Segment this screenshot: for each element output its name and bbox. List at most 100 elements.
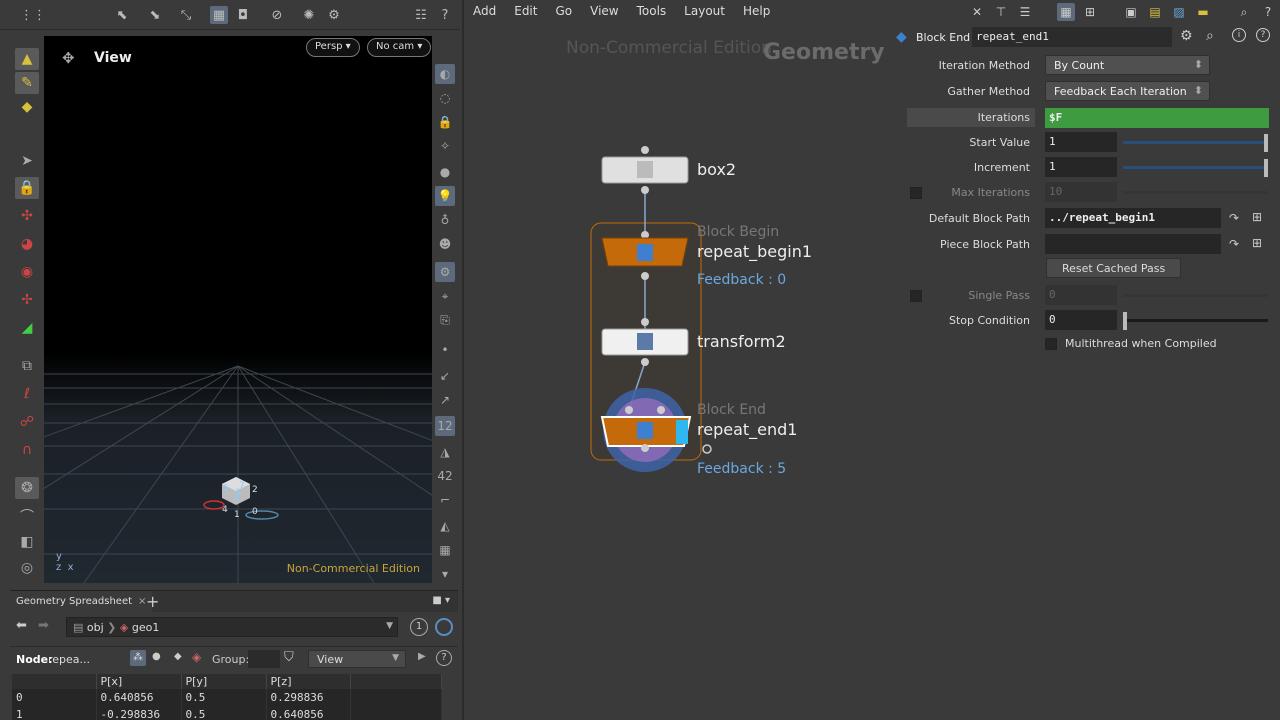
column-header-pz[interactable]: P[z] xyxy=(266,674,351,689)
max-iterations-field[interactable]: 10 xyxy=(1045,182,1117,202)
grid-menu-icon[interactable]: ⋮⋮ xyxy=(20,6,46,24)
start-value-slider[interactable] xyxy=(1123,141,1268,144)
shelf-icon[interactable]: ▬ xyxy=(1194,3,1212,21)
snap-point-icon[interactable]: ◘ xyxy=(234,6,252,24)
increment-field[interactable]: 1 xyxy=(1045,157,1117,177)
path-segment-obj[interactable]: obj xyxy=(87,621,104,634)
ghost-icon[interactable]: ◌ xyxy=(435,88,455,108)
lasso-icon[interactable]: ℓ xyxy=(15,383,39,405)
column-header-py[interactable]: P[y] xyxy=(181,674,267,689)
scale-tool-icon[interactable]: ◉ xyxy=(15,261,39,283)
backface-icon[interactable]: ◭ xyxy=(435,516,455,536)
3d-viewport[interactable]: ✥ View Persp ▾ No cam ▾ 5 3 7 2 6 4 1 0 … xyxy=(44,36,432,583)
info-icon[interactable]: i xyxy=(1232,28,1246,42)
path-field[interactable]: ▤ obj ❯ ◈ geo1 ▼ xyxy=(66,617,398,637)
iteration-method-menu[interactable]: By Count ⬍ xyxy=(1045,55,1210,75)
paint-icon[interactable]: ☍ xyxy=(15,411,39,433)
spreadsheet-help-icon[interactable]: ? xyxy=(436,650,452,666)
default-block-path-field[interactable]: ../repeat_begin1 xyxy=(1045,208,1221,228)
increment-slider[interactable] xyxy=(1123,166,1268,169)
start-value-slider-handle[interactable] xyxy=(1264,134,1268,152)
gear-icon[interactable]: ⚙ xyxy=(1180,28,1193,44)
lock-camera-icon[interactable]: 🔒 xyxy=(435,112,455,132)
path-segment-geo1[interactable]: geo1 xyxy=(132,621,159,634)
vertex-numbers-icon[interactable]: 42 xyxy=(435,466,455,486)
tile-view-icon[interactable]: ▦ xyxy=(1057,3,1075,21)
multithread-checkbox[interactable] xyxy=(1045,338,1057,350)
pin-badge[interactable]: 1 xyxy=(410,618,428,636)
point-numbers-icon[interactable]: 12 xyxy=(435,416,455,436)
points-mode-icon[interactable]: ⁂ xyxy=(130,650,146,666)
help-circle-icon[interactable]: ? xyxy=(1259,3,1277,21)
grid-view-icon[interactable]: ⊞ xyxy=(1081,3,1099,21)
snap-grid-icon[interactable]: ▦ xyxy=(210,6,228,24)
camera-icon[interactable]: ◎ xyxy=(15,557,39,579)
param-help-icon[interactable]: ? xyxy=(1256,28,1270,42)
node-chooser-icon[interactable]: ⊞ xyxy=(1252,210,1262,224)
path-dropdown-icon[interactable]: ▼ xyxy=(386,621,393,631)
network-editor-pane[interactable]: Add Edit Go View Tools Layout Help Non-C… xyxy=(462,0,890,720)
select-mode-icon[interactable]: ▲ xyxy=(15,48,39,70)
orbit-icon[interactable]: ⌒ xyxy=(15,505,39,527)
template-icon[interactable]: ⌖ xyxy=(435,286,455,306)
stop-condition-slider-handle[interactable] xyxy=(1123,312,1127,330)
tag-icon[interactable]: ◆ xyxy=(15,96,39,118)
snapshot-icon[interactable]: ⎘ xyxy=(435,310,455,330)
disabled-icon[interactable]: ⊘ xyxy=(268,6,286,24)
settings-icon[interactable]: ⚙ xyxy=(325,6,343,24)
select-object-icon[interactable]: ⬉ xyxy=(113,6,131,24)
jump-to-node-icon[interactable]: ↷ xyxy=(1229,211,1239,225)
column-header-px[interactable]: P[x] xyxy=(96,674,182,689)
image-icon[interactable]: ▨ xyxy=(1170,3,1188,21)
select-points-icon[interactable]: ⬊ xyxy=(146,6,164,24)
stop-condition-slider[interactable] xyxy=(1123,319,1268,322)
max-iterations-slider[interactable] xyxy=(1123,191,1268,194)
group-field[interactable] xyxy=(248,650,280,668)
uv-icon[interactable]: ⌐ xyxy=(435,490,455,510)
gather-method-menu[interactable]: Feedback Each Iteration ⬍ xyxy=(1045,81,1210,101)
node-box2[interactable] xyxy=(601,146,689,194)
table-row[interactable]: 0 0.640856 0.5 0.298836 xyxy=(12,689,442,706)
person-icon[interactable]: ☻ xyxy=(435,234,455,254)
sticky-note-icon[interactable]: ▤ xyxy=(1146,3,1164,21)
node-value[interactable]: repea... xyxy=(48,653,90,666)
pose-tool-icon[interactable]: ✢ xyxy=(15,289,39,311)
play-icon[interactable]: ▶ xyxy=(418,651,426,662)
max-iterations-checkbox[interactable] xyxy=(910,187,922,199)
move-tool-icon[interactable]: ✣ xyxy=(15,205,39,227)
iterations-field[interactable]: $F xyxy=(1045,108,1269,128)
pane-menu-icon[interactable]: ■ ▾ xyxy=(432,595,450,606)
param-search-icon[interactable]: ⌕ xyxy=(1206,28,1214,44)
brush-icon[interactable]: ✎ xyxy=(15,72,39,94)
lights-icon[interactable]: ✧ xyxy=(435,136,455,156)
tools-icon[interactable]: ✕ xyxy=(968,3,986,21)
node-name-field[interactable]: repeat_end1 xyxy=(972,27,1172,47)
headlight-icon[interactable]: 💡 xyxy=(435,186,455,206)
filter-icon[interactable]: ⛉ xyxy=(284,650,294,665)
lock-icon[interactable]: 🔒 xyxy=(15,177,39,199)
render-icon[interactable]: ✺ xyxy=(300,6,318,24)
tab-geometry-spreadsheet[interactable]: Geometry Spreadsheet × xyxy=(10,591,153,613)
list-icon[interactable]: ☰ xyxy=(1016,3,1034,21)
jump-to-piece-node-icon[interactable]: ↷ xyxy=(1229,237,1239,251)
help-icon[interactable]: ? xyxy=(436,6,454,24)
handle-tool-icon[interactable]: ◢ xyxy=(15,317,39,339)
single-pass-checkbox[interactable] xyxy=(910,290,922,302)
piece-node-chooser-icon[interactable]: ⊞ xyxy=(1252,236,1262,250)
single-pass-field[interactable]: 0 xyxy=(1045,285,1117,305)
vector-display-icon[interactable]: ↗ xyxy=(435,390,455,410)
start-value-field[interactable]: 1 xyxy=(1045,132,1117,152)
transform-icon[interactable]: ⤡ xyxy=(177,6,195,24)
layout-icon[interactable]: ☷ xyxy=(412,6,430,24)
view-tool-icon[interactable]: ❂ xyxy=(15,477,39,499)
pointer-icon[interactable]: ➤ xyxy=(15,150,39,172)
table-row[interactable]: 1 -0.298836 0.5 0.640856 xyxy=(12,706,442,720)
prim-numbers-icon[interactable]: ◮ xyxy=(435,442,455,462)
rotate-tool-icon[interactable]: ◕ xyxy=(15,233,39,255)
primitives-mode-icon[interactable]: ◆ xyxy=(174,651,182,662)
single-pass-slider[interactable] xyxy=(1123,294,1268,297)
view-dropdown[interactable]: View ▼ xyxy=(308,650,406,668)
back-arrow-icon[interactable]: ⬅ xyxy=(16,618,27,633)
point-display-icon[interactable]: • xyxy=(435,340,455,360)
add-tab-button[interactable]: + xyxy=(146,592,159,611)
